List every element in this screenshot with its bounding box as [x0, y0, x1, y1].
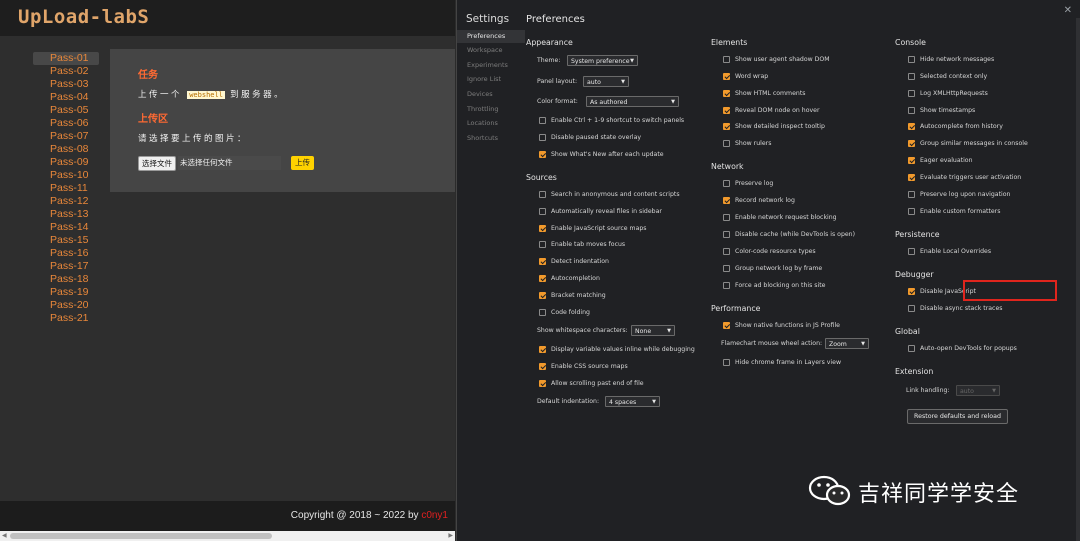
watermark-text: 吉祥同学学安全 — [858, 482, 1020, 507]
wechat-icon — [808, 475, 851, 506]
scrollbar-thumb[interactable] — [10, 533, 272, 539]
chevron-down-icon: ▼ — [992, 388, 996, 394]
nav-item-pass-08[interactable]: Pass-08 — [33, 143, 99, 156]
preferences-title: Preferences — [526, 14, 585, 25]
section-appearance-title: Appearance — [526, 38, 573, 47]
task-panel: 任务 上传一个 webshell 到服务器。 上传区 请选择要上传的图片： 选择… — [110, 49, 455, 192]
restore-defaults-button[interactable]: Restore defaults and reload — [907, 409, 1008, 424]
nav-item-pass-04[interactable]: Pass-04 — [33, 91, 99, 104]
nav-item-pass-11[interactable]: Pass-11 — [33, 182, 99, 195]
chevron-down-icon: ▼ — [621, 79, 625, 85]
chevron-down-icon: ▼ — [630, 58, 634, 64]
default-indentation-select[interactable]: 4 spaces ▼ — [605, 396, 660, 407]
upload-area-title: 上传区 — [138, 114, 168, 125]
settings-title: Settings — [466, 13, 510, 25]
nav-item-pass-01[interactable]: Pass-01 — [33, 52, 99, 65]
webshell-code: webshell — [187, 91, 225, 99]
panel-layout-select[interactable]: auto ▼ — [583, 76, 629, 87]
nav-item-pass-20[interactable]: Pass-20 — [33, 299, 99, 312]
nav-item-pass-05[interactable]: Pass-05 — [33, 104, 99, 117]
section-elements-title: Elements — [711, 38, 748, 47]
horizontal-scrollbar[interactable]: ◀ ▶ — [0, 531, 455, 541]
whitespace-select[interactable]: None ▼ — [631, 325, 675, 336]
section-extension-title: Extension — [895, 367, 934, 376]
nav-item-pass-09[interactable]: Pass-09 — [33, 156, 99, 169]
nav-item-pass-18[interactable]: Pass-18 — [33, 273, 99, 286]
settings-tab-workspace[interactable]: Workspace — [457, 44, 525, 57]
nav-item-pass-19[interactable]: Pass-19 — [33, 286, 99, 299]
settings-tab-throttling[interactable]: Throttling — [457, 103, 525, 116]
settings-tab-experiments[interactable]: Experiments — [457, 59, 525, 72]
nav-item-pass-07[interactable]: Pass-07 — [33, 130, 99, 143]
theme-row: Theme: System preference ▼ — [537, 55, 638, 67]
nav-item-pass-17[interactable]: Pass-17 — [33, 260, 99, 273]
vertical-scrollbar[interactable] — [1076, 18, 1080, 541]
annotation-highlight-box — [963, 280, 1057, 301]
site-logo[interactable]: UpLoad-labS — [18, 6, 149, 28]
upload-button[interactable]: 上传 — [291, 156, 314, 170]
author-link[interactable]: c0ny1 — [421, 510, 448, 521]
section-global-title: Global — [895, 327, 920, 336]
section-network-title: Network — [711, 162, 744, 171]
chevron-down-icon: ▼ — [671, 99, 675, 105]
mouse-wheel-row: Flamechart mouse wheel action: Zoom ▼ — [721, 338, 869, 350]
theme-select[interactable]: System preference ▼ — [567, 55, 638, 66]
settings-tab-shortcuts[interactable]: Shortcuts — [457, 132, 525, 145]
panel-layout-row: Panel layout: auto ▼ — [537, 76, 629, 88]
chevron-down-icon: ▼ — [861, 341, 865, 347]
nav-item-pass-06[interactable]: Pass-06 — [33, 117, 99, 130]
whitespace-row: Show whitespace characters: None ▼ — [537, 325, 675, 337]
settings-tab-preferences[interactable]: Preferences — [457, 30, 525, 43]
mouse-wheel-select[interactable]: Zoom ▼ — [825, 338, 869, 349]
color-format-select[interactable]: As authored ▼ — [586, 96, 679, 107]
link-handling-select[interactable]: auto ▼ — [956, 385, 1000, 396]
link-handling-row: Link handling: auto ▼ — [906, 385, 1000, 397]
nav-item-pass-15[interactable]: Pass-15 — [33, 234, 99, 247]
nav-item-pass-13[interactable]: Pass-13 — [33, 208, 99, 221]
settings-tab-locations[interactable]: Locations — [457, 117, 525, 130]
settings-tab-devices[interactable]: Devices — [457, 88, 525, 101]
section-debugger-title: Debugger — [895, 270, 934, 279]
close-icon[interactable]: ✕ — [1064, 5, 1072, 16]
section-persistence-title: Persistence — [895, 230, 940, 239]
nav-item-pass-02[interactable]: Pass-02 — [33, 65, 99, 78]
file-name-display: 未选择任何文件 — [178, 156, 281, 170]
site-header: UpLoad-labS — [0, 0, 455, 36]
nav-item-pass-21[interactable]: Pass-21 — [33, 312, 99, 325]
task-description: 上传一个 webshell 到服务器。 — [138, 90, 286, 100]
devtools-settings: Settings Preferences Workspace Experimen… — [456, 0, 1080, 541]
nav-item-pass-12[interactable]: Pass-12 — [33, 195, 99, 208]
color-format-row: Color format: As authored ▼ — [537, 96, 679, 108]
chevron-down-icon: ▼ — [652, 399, 656, 405]
web-page: UpLoad-labS Pass-01 Pass-02 Pass-03 Pass… — [0, 0, 455, 541]
nav-item-pass-10[interactable]: Pass-10 — [33, 169, 99, 182]
nav-item-pass-03[interactable]: Pass-03 — [33, 78, 99, 91]
copyright-text: Copyright @ 2018 ~ 2022 by c0ny1 — [290, 510, 448, 521]
section-performance-title: Performance — [711, 304, 761, 313]
task-title: 任务 — [138, 70, 158, 81]
pass-nav: Pass-01 Pass-02 Pass-03 Pass-04 Pass-05 … — [33, 52, 99, 325]
settings-sidebar: Settings Preferences Workspace Experimen… — [457, 0, 525, 541]
site-footer: Copyright @ 2018 ~ 2022 by c0ny1 — [0, 501, 455, 531]
chevron-down-icon: ▼ — [667, 328, 671, 334]
section-sources-title: Sources — [526, 173, 557, 182]
choose-file-button[interactable]: 选择文件 — [138, 156, 176, 171]
scroll-left-icon[interactable]: ◀ — [2, 532, 7, 539]
scroll-right-icon[interactable]: ▶ — [448, 532, 453, 539]
nav-item-pass-16[interactable]: Pass-16 — [33, 247, 99, 260]
settings-tab-ignore-list[interactable]: Ignore List — [457, 73, 525, 86]
nav-item-pass-14[interactable]: Pass-14 — [33, 221, 99, 234]
section-console-title: Console — [895, 38, 926, 47]
default-indentation-row: Default indentation: 4 spaces ▼ — [537, 396, 660, 408]
upload-prompt: 请选择要上传的图片： — [138, 134, 249, 144]
preferences-pane: Preferences ✕ Appearance Theme: System p… — [525, 0, 1080, 541]
